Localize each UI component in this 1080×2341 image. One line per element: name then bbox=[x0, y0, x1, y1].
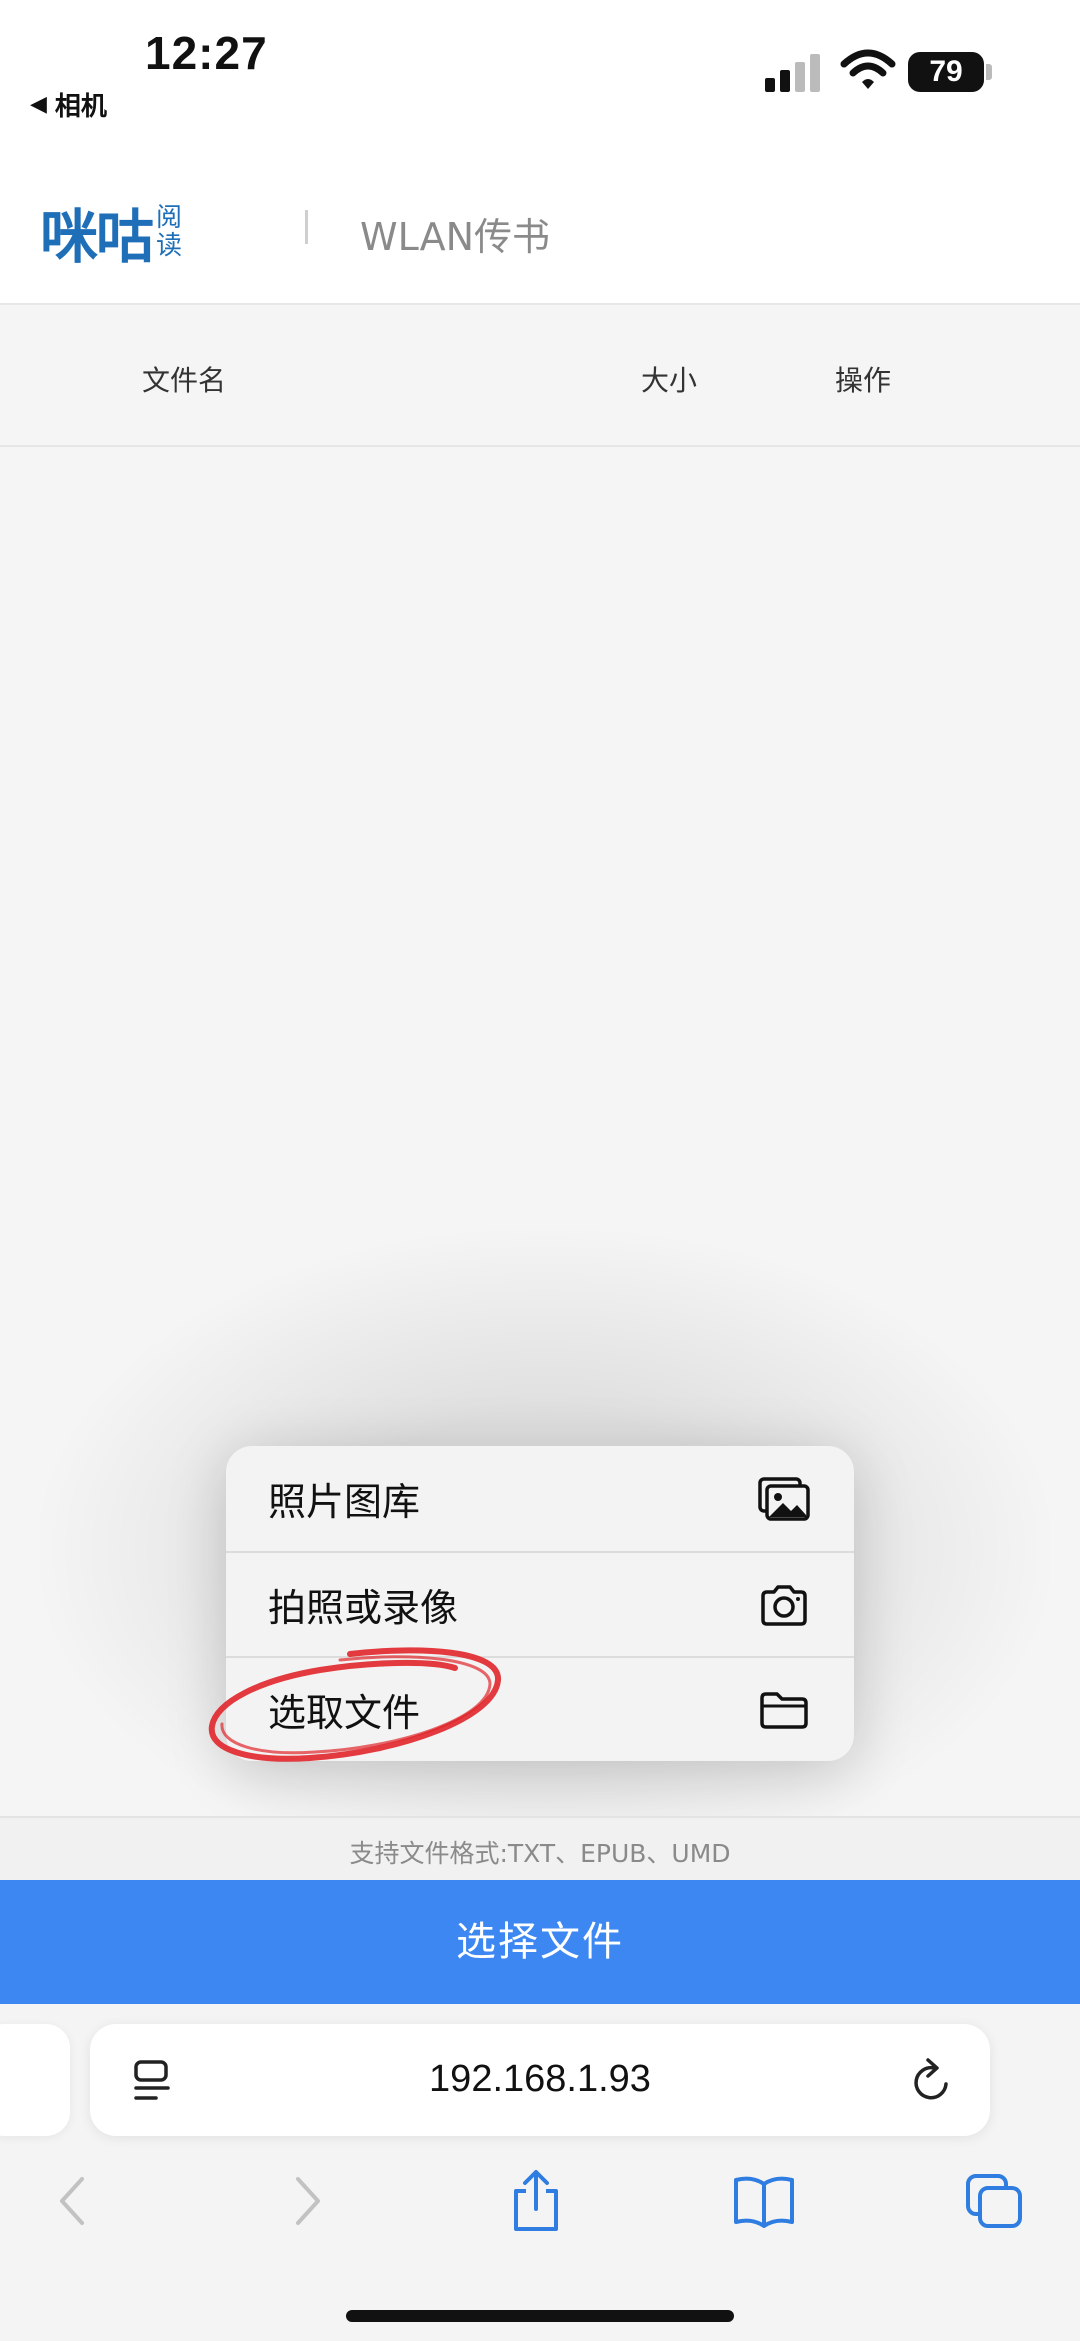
forward-button[interactable] bbox=[268, 2168, 348, 2234]
page-menu-icon[interactable] bbox=[130, 2058, 176, 2104]
supported-formats-text: 支持文件格式:TXT、EPUB、UMD bbox=[349, 1839, 731, 1868]
chevron-right-icon bbox=[296, 2177, 320, 2225]
column-header-action: 操作 bbox=[835, 364, 892, 397]
back-to-camera-link[interactable]: ◀ 相机 bbox=[30, 86, 107, 123]
tabs-button[interactable] bbox=[954, 2168, 1034, 2234]
folder-icon bbox=[758, 1684, 810, 1736]
column-header-size: 大小 bbox=[641, 364, 698, 397]
photo-library-icon bbox=[758, 1473, 810, 1525]
page-title: WLAN传书 bbox=[360, 215, 551, 259]
wifi-icon bbox=[840, 49, 896, 89]
migu-logo: 咪咕 阅 读 bbox=[40, 190, 182, 274]
home-indicator bbox=[346, 2310, 734, 2322]
back-app-label: 相机 bbox=[54, 92, 107, 122]
logo-main-text: 咪咕 bbox=[40, 203, 154, 271]
bookmarks-button[interactable] bbox=[724, 2168, 804, 2234]
logo-side-top: 阅 bbox=[156, 203, 183, 233]
share-button[interactable] bbox=[496, 2168, 576, 2234]
chevron-left-icon bbox=[60, 2177, 84, 2225]
back-arrow-icon: ◀ bbox=[30, 92, 47, 117]
menu-item-photo-library[interactable]: 照片图库 bbox=[226, 1446, 854, 1551]
tabs-icon bbox=[966, 2174, 1022, 2228]
share-icon bbox=[514, 2170, 558, 2231]
reload-icon[interactable] bbox=[908, 2054, 956, 2106]
previous-tab-preview[interactable] bbox=[0, 2024, 70, 2136]
camera-icon bbox=[758, 1579, 810, 1631]
red-annotation-circle bbox=[208, 1647, 501, 1762]
logo-side-text: 阅 读 bbox=[156, 204, 182, 260]
menu-item-label: 拍照或录像 bbox=[268, 1586, 459, 1630]
battery-icon: 79 bbox=[908, 52, 984, 92]
cellular-signal-icon bbox=[765, 54, 820, 92]
supported-formats-bar: 支持文件格式:TXT、EPUB、UMD bbox=[0, 1816, 1080, 1880]
select-file-button[interactable]: 选择文件 bbox=[0, 1880, 1080, 2004]
page-header: 咪咕 阅 读 WLAN传书 bbox=[0, 150, 1080, 305]
menu-item-label: 照片图库 bbox=[268, 1480, 421, 1524]
column-header-filename: 文件名 bbox=[142, 364, 227, 397]
file-table-header: 文件名 大小 操作 bbox=[0, 305, 1080, 447]
header-divider bbox=[305, 210, 308, 244]
back-button[interactable] bbox=[32, 2168, 112, 2234]
url-text[interactable]: 192.168.1.93 bbox=[240, 2058, 840, 2101]
battery-cap bbox=[986, 64, 992, 80]
logo-side-bottom: 读 bbox=[156, 231, 183, 261]
status-time: 12:27 bbox=[145, 27, 268, 79]
book-icon bbox=[734, 2176, 794, 2228]
